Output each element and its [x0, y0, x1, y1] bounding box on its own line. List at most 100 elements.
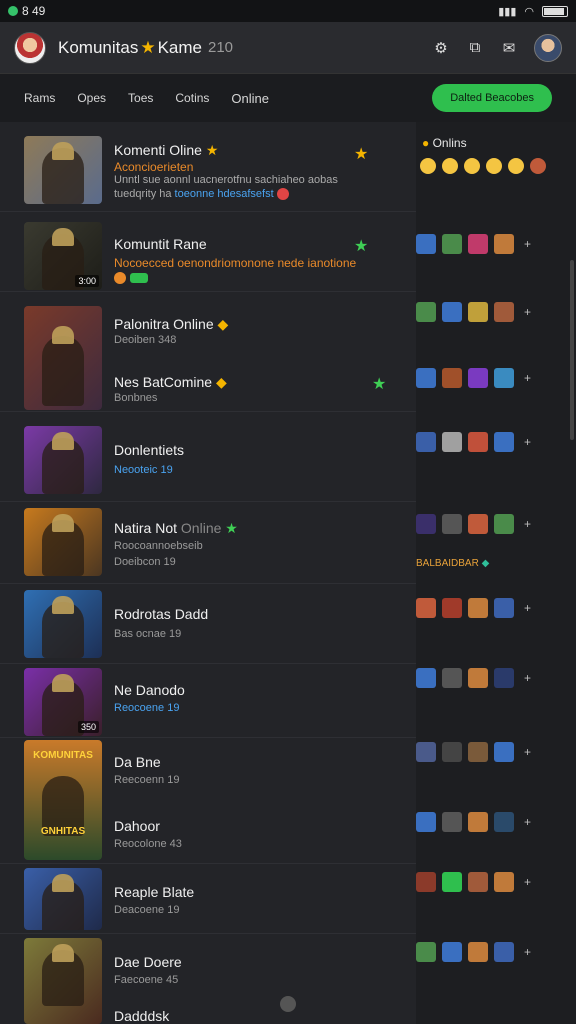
- tab-cotins[interactable]: Cotins: [175, 91, 209, 105]
- member-avatar-icon[interactable]: [494, 872, 514, 892]
- message-icon[interactable]: ✉: [500, 39, 518, 57]
- scroll-indicator-icon[interactable]: [280, 996, 296, 1012]
- member-avatar-icon[interactable]: [494, 598, 514, 618]
- emoji-icon[interactable]: [486, 158, 502, 174]
- member-avatar-icon[interactable]: [442, 514, 462, 534]
- member-avatar-icon[interactable]: [468, 514, 488, 534]
- online-member-group[interactable]: +: [416, 368, 531, 388]
- member-avatar-icon[interactable]: [416, 432, 436, 452]
- community-avatar[interactable]: [14, 31, 46, 64]
- emoji-icon[interactable]: [442, 158, 458, 174]
- member-avatar-icon[interactable]: [494, 302, 514, 322]
- game-thumbnail: [24, 426, 102, 494]
- member-avatar-icon[interactable]: [494, 234, 514, 254]
- member-avatar-icon[interactable]: [442, 432, 462, 452]
- member-avatar-icon[interactable]: [494, 812, 514, 832]
- member-avatar-icon[interactable]: [494, 432, 514, 452]
- list-item[interactable]: Reaple Blate Deacoene 19: [0, 864, 416, 934]
- member-avatar-icon[interactable]: [468, 942, 488, 962]
- online-member-group[interactable]: +: [416, 812, 531, 832]
- tab-toes[interactable]: Toes: [128, 91, 153, 105]
- member-avatar-icon[interactable]: [442, 742, 462, 762]
- member-avatar-icon[interactable]: [416, 942, 436, 962]
- member-avatar-icon[interactable]: [494, 668, 514, 688]
- member-avatar-icon[interactable]: [494, 368, 514, 388]
- member-avatar-icon[interactable]: [416, 514, 436, 534]
- list-item[interactable]: Donlentiets Neooteic 19: [0, 412, 416, 502]
- more-members-icon[interactable]: +: [524, 601, 531, 615]
- member-avatar-icon[interactable]: [416, 302, 436, 322]
- online-member-group[interactable]: +: [416, 942, 531, 962]
- member-avatar-icon[interactable]: [416, 812, 436, 832]
- member-avatar-icon[interactable]: [442, 668, 462, 688]
- member-avatar-icon[interactable]: [416, 368, 436, 388]
- list-item[interactable]: KOMUNITAS GNHITAS Da Bne Reecoenn 19 Dah…: [0, 738, 416, 864]
- online-member-group[interactable]: +: [416, 234, 531, 254]
- member-avatar-icon[interactable]: [468, 742, 488, 762]
- tab-opes[interactable]: Opes: [77, 91, 106, 105]
- favorite-star-icon[interactable]: ★: [354, 236, 368, 256]
- online-member-group[interactable]: +: [416, 302, 531, 322]
- share-icon[interactable]: ⧉: [466, 39, 484, 57]
- more-members-icon[interactable]: +: [524, 671, 531, 685]
- favorite-star-icon[interactable]: ★: [372, 374, 386, 394]
- member-avatar-icon[interactable]: [494, 942, 514, 962]
- primary-action-button[interactable]: Dalted Beacobes: [432, 84, 552, 112]
- tab-rams[interactable]: Rams: [24, 91, 55, 105]
- item-link[interactable]: toeonne hdesafsefst: [175, 188, 274, 200]
- settings-gear-icon[interactable]: ⚙: [432, 39, 450, 57]
- more-members-icon[interactable]: +: [524, 371, 531, 385]
- member-avatar-icon[interactable]: [416, 872, 436, 892]
- emoji-icon[interactable]: [464, 158, 480, 174]
- member-avatar-icon[interactable]: [468, 432, 488, 452]
- more-members-icon[interactable]: +: [524, 305, 531, 319]
- member-avatar-icon[interactable]: [468, 598, 488, 618]
- member-avatar-icon[interactable]: [494, 742, 514, 762]
- emoji-icon[interactable]: [530, 158, 546, 174]
- more-members-icon[interactable]: +: [524, 945, 531, 959]
- member-avatar-icon[interactable]: [494, 514, 514, 534]
- member-avatar-icon[interactable]: [442, 872, 462, 892]
- member-avatar-icon[interactable]: [468, 302, 488, 322]
- tab-online[interactable]: Online: [231, 91, 269, 106]
- member-avatar-icon[interactable]: [468, 812, 488, 832]
- online-member-group[interactable]: +: [416, 598, 531, 618]
- member-avatar-icon[interactable]: [442, 302, 462, 322]
- list-item[interactable]: Natira Not Online ★ Roocoannoebseib Doei…: [0, 502, 416, 584]
- emoji-icon[interactable]: [420, 158, 436, 174]
- profile-avatar[interactable]: [534, 33, 562, 62]
- more-members-icon[interactable]: +: [524, 875, 531, 889]
- member-avatar-icon[interactable]: [442, 598, 462, 618]
- member-avatar-icon[interactable]: [468, 368, 488, 388]
- scrollbar[interactable]: [570, 260, 574, 440]
- online-member-group[interactable]: +: [416, 872, 531, 892]
- more-members-icon[interactable]: +: [524, 435, 531, 449]
- member-avatar-icon[interactable]: [416, 598, 436, 618]
- member-avatar-icon[interactable]: [468, 872, 488, 892]
- member-avatar-icon[interactable]: [416, 668, 436, 688]
- list-item[interactable]: Palonitra Online ◆ Deoiben 348 Nes BatCo…: [0, 292, 416, 412]
- member-avatar-icon[interactable]: [442, 368, 462, 388]
- list-item[interactable]: Dae Doere Faecoene 45 Dadddsk: [0, 934, 416, 1024]
- list-item[interactable]: 350 Ne Danodo Reocoene 19: [0, 664, 416, 738]
- member-avatar-icon[interactable]: [442, 812, 462, 832]
- list-item[interactable]: Rodrotas Dadd Bas ocnae 19: [0, 584, 416, 664]
- emoji-icon[interactable]: [508, 158, 524, 174]
- member-avatar-icon[interactable]: [442, 942, 462, 962]
- member-avatar-icon[interactable]: [468, 234, 488, 254]
- more-members-icon[interactable]: +: [524, 815, 531, 829]
- more-members-icon[interactable]: +: [524, 745, 531, 759]
- online-member-group[interactable]: +: [416, 668, 531, 688]
- member-avatar-icon[interactable]: [442, 234, 462, 254]
- member-avatar-icon[interactable]: [416, 742, 436, 762]
- more-members-icon[interactable]: +: [524, 237, 531, 251]
- online-member-group[interactable]: +: [416, 514, 531, 534]
- member-avatar-icon[interactable]: [416, 234, 436, 254]
- list-item[interactable]: 3:00 Komuntit Rane Nocoecced oenondriomo…: [0, 212, 416, 292]
- favorite-star-icon[interactable]: ★: [354, 144, 368, 164]
- online-member-group[interactable]: +: [416, 742, 531, 762]
- more-members-icon[interactable]: +: [524, 517, 531, 531]
- online-member-group[interactable]: +: [416, 432, 531, 452]
- member-avatar-icon[interactable]: [468, 668, 488, 688]
- list-item[interactable]: Komenti Oline ★ Aconcioerieten Unntl sue…: [0, 122, 416, 212]
